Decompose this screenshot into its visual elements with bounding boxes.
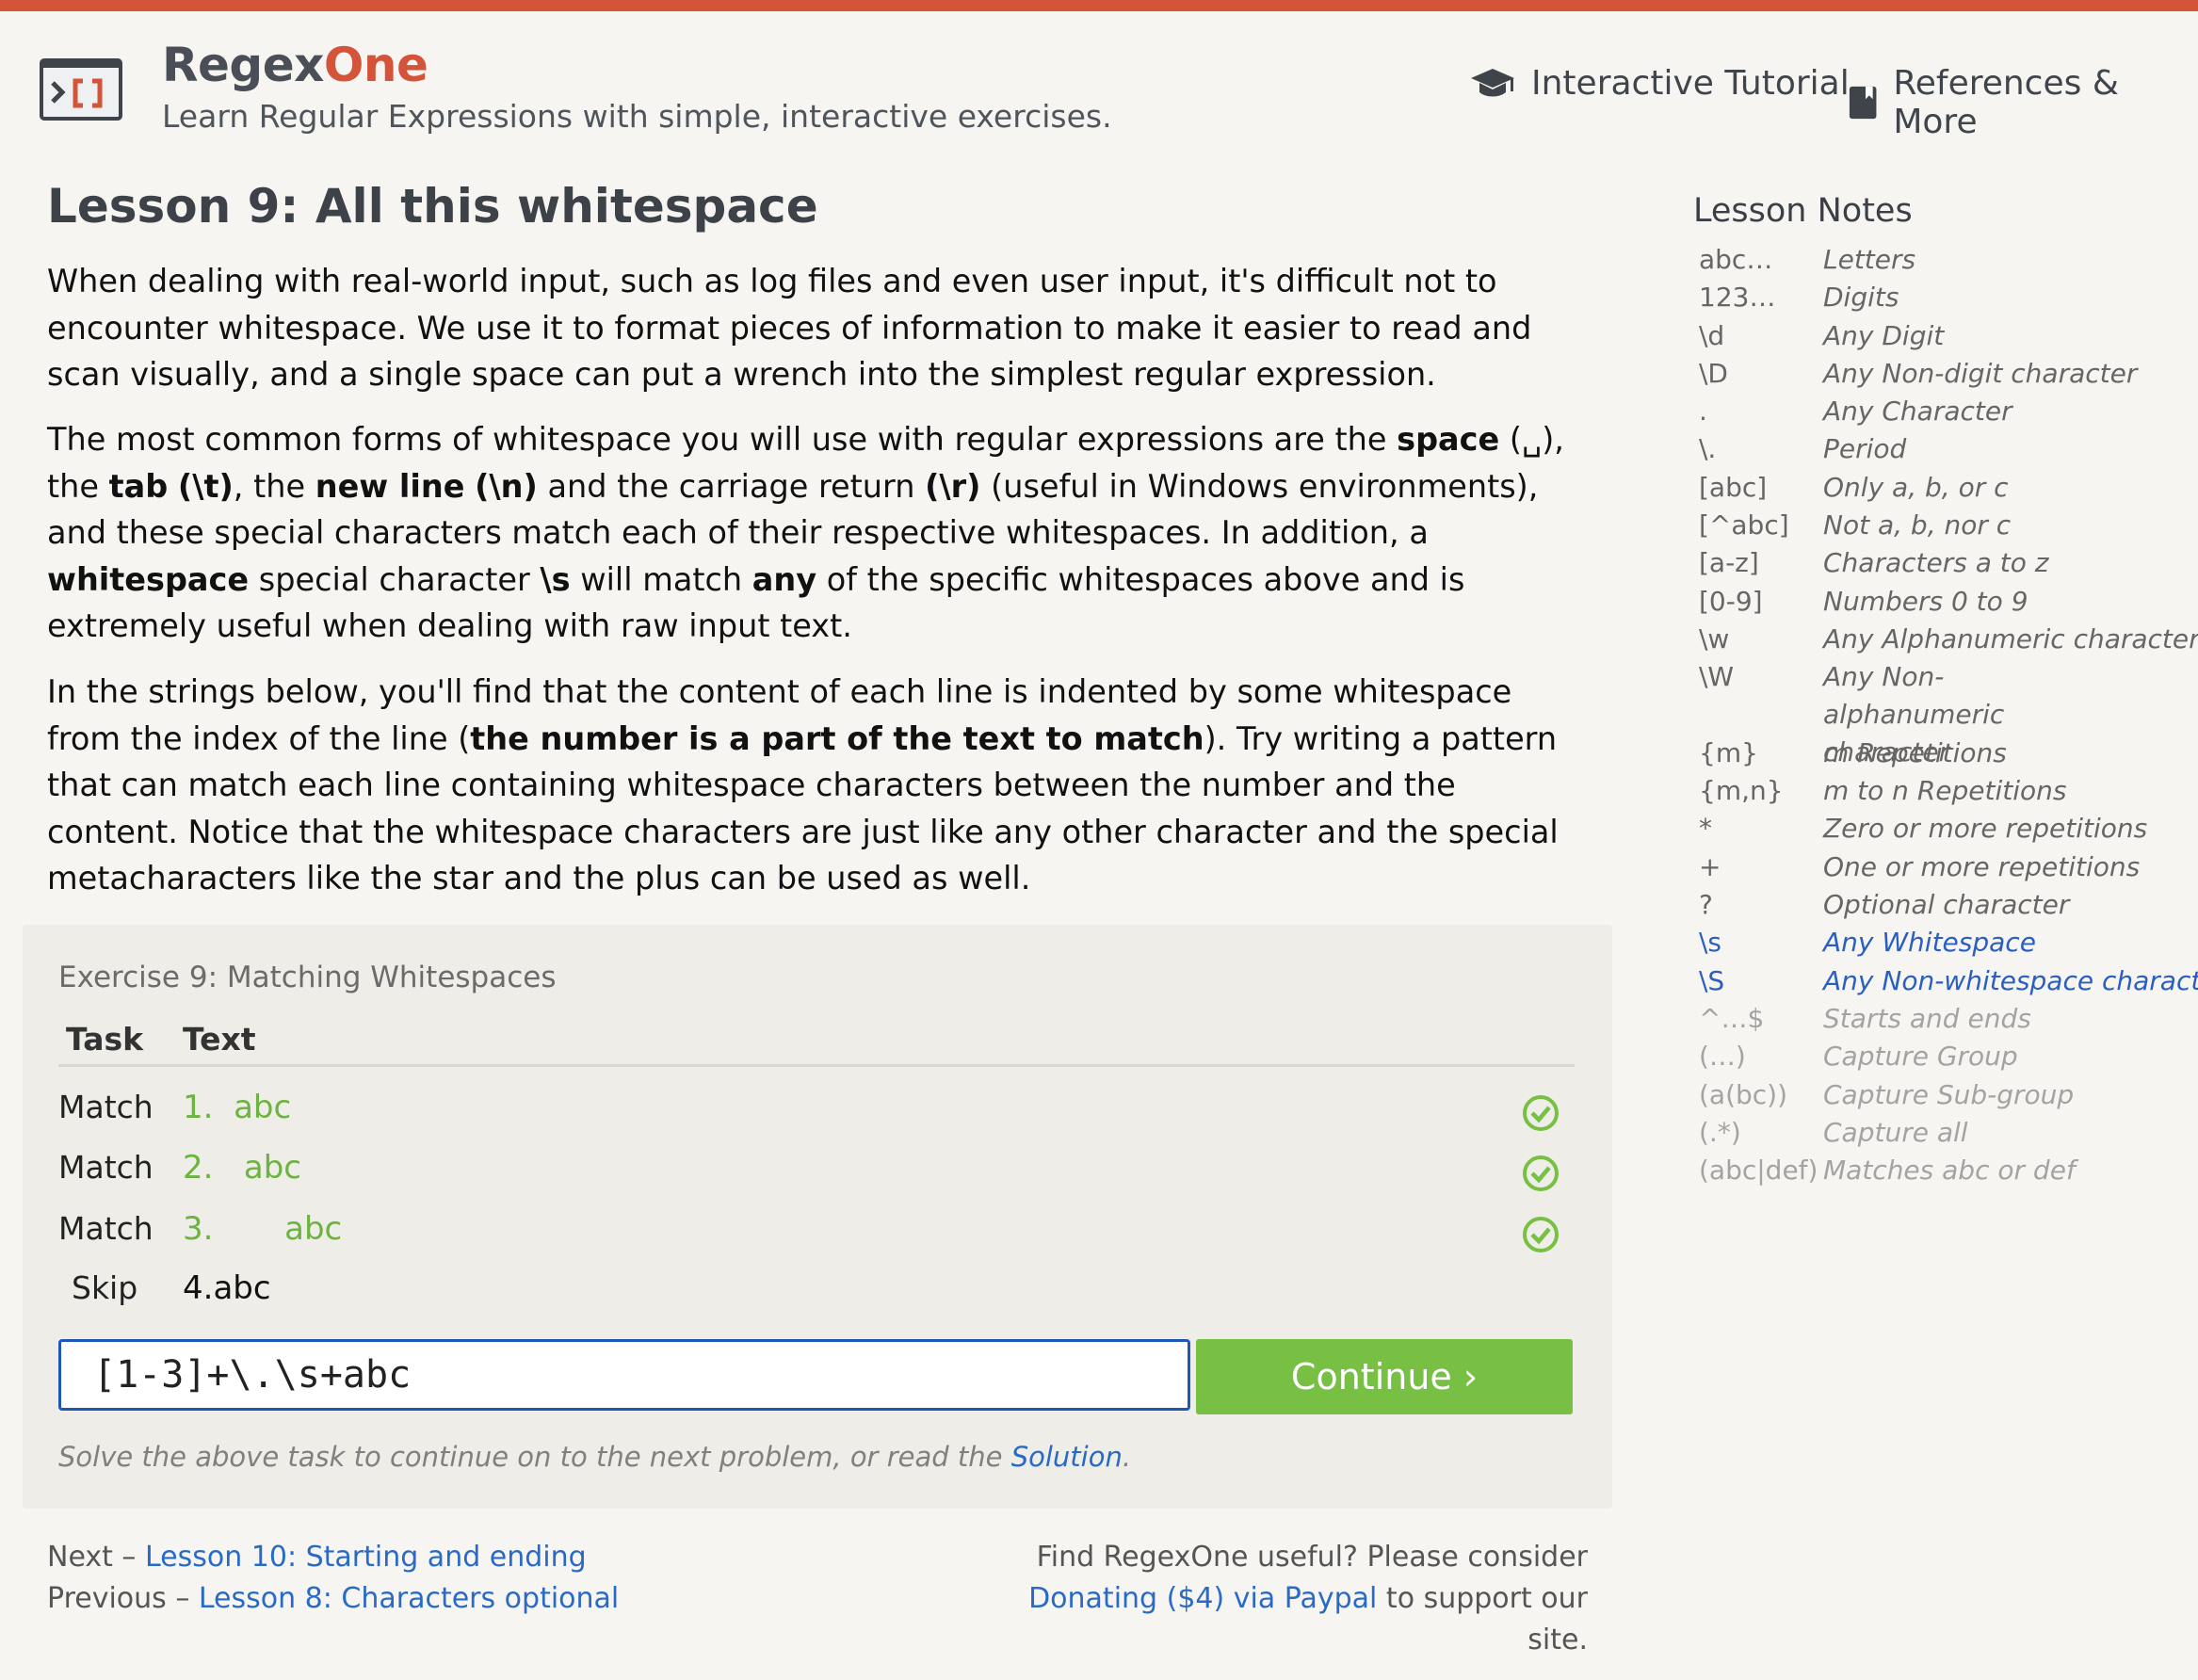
row-text: 1. abc — [183, 1089, 292, 1126]
note-item: [a-z] Characters a to z — [1699, 547, 2049, 579]
note-item: * Zero or more repetitions — [1699, 813, 2148, 845]
note-item: [abc] Only a, b, or c — [1699, 471, 2009, 503]
task-label: Match — [58, 1149, 154, 1186]
exercise-row-2: Match 2. abc — [23, 1141, 1612, 1198]
brand-accent: One — [323, 38, 428, 92]
row-text: 4.abc — [183, 1269, 271, 1307]
site-tagline: Learn Regular Expressions with simple, i… — [162, 98, 1112, 135]
note-item: 123… Digits — [1699, 282, 1899, 314]
regexone-logo-icon[interactable] — [40, 58, 122, 121]
check-circle-icon — [1523, 1155, 1559, 1191]
column-header-task: Task — [66, 1021, 144, 1058]
lesson-navigation: Next – Lesson 10: Starting and ending Pr… — [47, 1541, 620, 1615]
note-item: [0-9] Numbers 0 to 9 — [1699, 585, 2028, 617]
note-item: {m,n} m to n Repetitions — [1699, 775, 2067, 807]
exercise-title: Exercise 9: Matching Whitespaces — [58, 961, 557, 994]
check-circle-icon — [1523, 1217, 1559, 1252]
nav-interactive-tutorial[interactable]: Interactive Tutorial — [1469, 64, 1850, 103]
exercise-panel: Exercise 9: Matching Whitespaces Task Te… — [23, 925, 1612, 1509]
graduation-cap-icon — [1471, 68, 1514, 96]
note-item-upcoming: (a(bc)) Capture Sub-group — [1699, 1078, 2075, 1110]
note-item: {m} m Repetitions — [1699, 736, 2007, 768]
note-item: \d Any Digit — [1699, 319, 1945, 351]
lesson-paragraph-1: When dealing with real-world input, such… — [47, 263, 1532, 393]
exercise-hint: Solve the above task to continue on to t… — [58, 1441, 1132, 1473]
note-item-active: \s Any Whitespace — [1699, 927, 2036, 959]
note-item: [^abc] Not a, b, nor c — [1699, 509, 2012, 541]
task-label: Match — [58, 1089, 154, 1125]
row-text: 2. abc — [183, 1149, 302, 1187]
regex-input-box[interactable] — [58, 1339, 1190, 1411]
continue-button[interactable]: Continue › — [1196, 1339, 1573, 1414]
lesson-paragraph-2: The most common forms of whitespace you … — [47, 421, 1564, 644]
note-item: + One or more repetitions — [1699, 850, 2141, 882]
site-brand[interactable]: RegexOne — [162, 38, 428, 92]
exercise-row-3: Match 3. abc — [23, 1203, 1612, 1259]
note-item-upcoming: (.*) Capture all — [1699, 1116, 1968, 1148]
lesson-title: Lesson 9: All this whitespace — [47, 179, 818, 234]
next-lesson-link[interactable]: Lesson 10: Starting and ending — [145, 1541, 587, 1574]
note-item: abc… Letters — [1699, 244, 1916, 275]
exercise-row-4: Skip 4.abc — [23, 1262, 1612, 1318]
lesson-notes-list: abc… Letters 123… Digits \d Any Digit \D Any… — [1699, 241, 2198, 1189]
task-label: Skip — [72, 1269, 138, 1306]
check-circle-icon — [1523, 1095, 1559, 1131]
regex-input[interactable] — [61, 1342, 1188, 1408]
task-label: Match — [58, 1210, 154, 1247]
header-divider — [58, 1064, 1575, 1067]
donation-note: Find RegexOne useful? Please consider Do… — [1028, 1541, 1588, 1656]
top-accent-bar — [0, 0, 2198, 11]
note-item-upcoming: (abc|def) Matches abc or def — [1699, 1155, 2076, 1187]
note-item: \w Any Alphanumeric character — [1699, 622, 2198, 654]
note-item: . Any Character — [1699, 396, 2012, 428]
note-item: \D Any Non-digit character — [1699, 357, 2138, 389]
book-icon — [1849, 86, 1877, 120]
lesson-notes-title: Lesson Notes — [1693, 192, 1913, 230]
nav-references[interactable]: References & More — [1848, 64, 2198, 141]
previous-lesson-link[interactable]: Lesson 8: Characters optional — [199, 1582, 619, 1615]
nav-tutorial-label: Interactive Tutorial — [1531, 64, 1850, 103]
column-header-text: Text — [183, 1021, 256, 1058]
note-item: \W Any Non-alphanumeric character — [1699, 661, 2005, 768]
donate-link[interactable]: Donating ($4) via Paypal — [1028, 1582, 1377, 1615]
note-item: ? Optional character — [1699, 889, 2070, 921]
lesson-paragraph-3: In the strings below, you'll find that t… — [47, 673, 1559, 897]
note-item: \. Period — [1699, 433, 1907, 465]
note-item-upcoming: ^…$ Starts and ends — [1699, 1002, 2031, 1034]
note-item-active: \S Any Non-whitespace character — [1699, 964, 2198, 996]
brand-main: Regex — [162, 38, 324, 92]
row-text: 3. abc — [183, 1210, 343, 1248]
solution-link[interactable]: Solution — [1011, 1441, 1123, 1473]
note-item-upcoming: (…) Capture Group — [1699, 1041, 2018, 1073]
nav-references-label: References & More — [1893, 64, 2119, 141]
exercise-row-1: Match 1. abc — [23, 1081, 1612, 1138]
